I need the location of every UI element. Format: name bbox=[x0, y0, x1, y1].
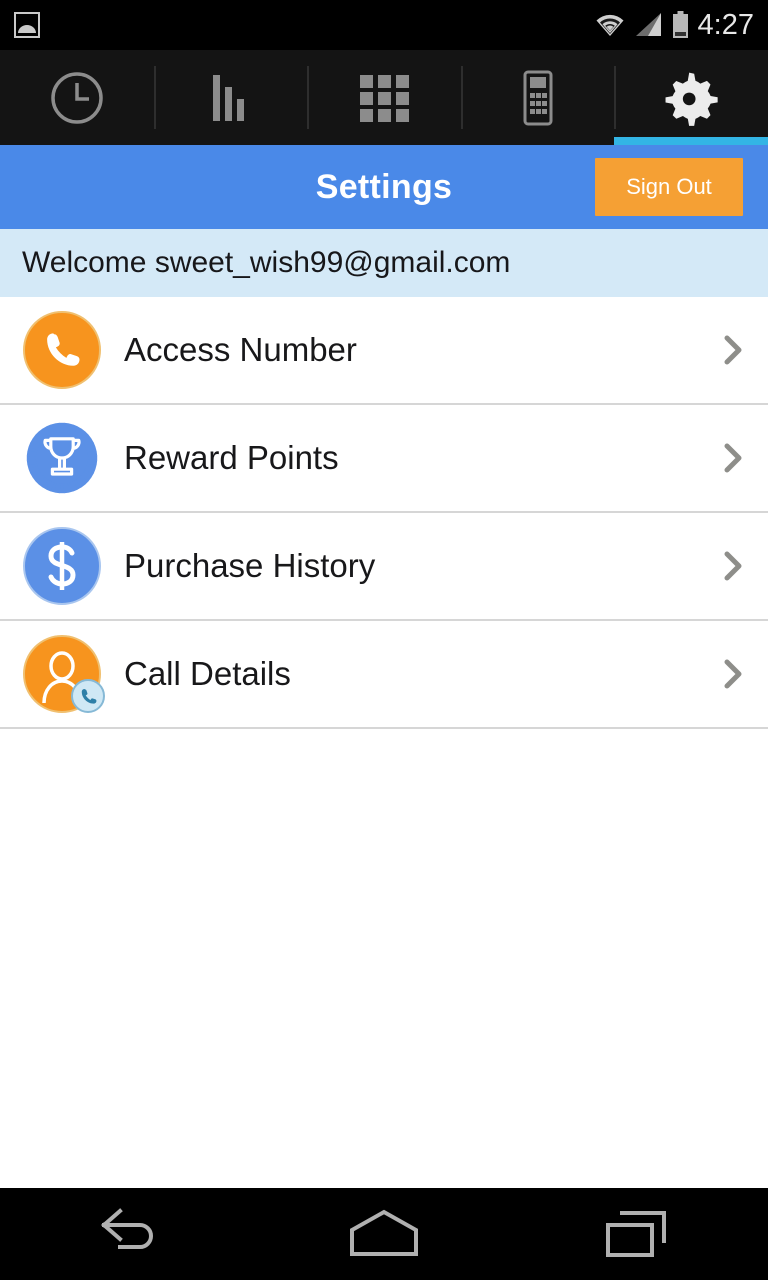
nav-back-button[interactable] bbox=[0, 1188, 256, 1280]
welcome-banner: Welcome sweet_wish99@gmail.com bbox=[0, 229, 768, 297]
list-item-label: Purchase History bbox=[124, 547, 376, 584]
empty-content-area bbox=[0, 729, 768, 1188]
phone-badge-icon bbox=[71, 679, 105, 713]
dollar-sign-icon bbox=[23, 527, 101, 605]
home-icon bbox=[350, 1209, 418, 1256]
wifi-icon bbox=[596, 14, 624, 36]
photo-icon bbox=[14, 12, 40, 38]
status-bar: 4:27 bbox=[0, 0, 768, 50]
tab-dialer[interactable] bbox=[460, 50, 615, 145]
grid-apps-icon bbox=[359, 74, 409, 122]
sign-out-button[interactable]: Sign Out bbox=[595, 158, 743, 216]
purchase-history-icon-wrap bbox=[22, 526, 102, 606]
recent-apps-icon bbox=[606, 1211, 666, 1257]
phone-handset-glyph bbox=[47, 333, 80, 366]
call-details-icon-wrap bbox=[22, 634, 105, 714]
nav-home-button[interactable] bbox=[256, 1188, 512, 1280]
list-item-reward-points[interactable]: Reward Points bbox=[0, 405, 768, 513]
tab-bar bbox=[0, 50, 768, 145]
chevron-right-icon bbox=[724, 551, 742, 581]
status-bar-clock: 4:27 bbox=[697, 8, 754, 41]
list-item-call-details[interactable]: Call Details bbox=[0, 621, 768, 729]
chevron-right-icon bbox=[724, 335, 742, 365]
access-number-icon-wrap bbox=[22, 310, 102, 390]
back-arrow-icon bbox=[101, 1208, 153, 1249]
status-bar-left bbox=[14, 12, 40, 38]
list-item-purchase-history[interactable]: Purchase History bbox=[0, 513, 768, 621]
welcome-text: Welcome sweet_wish99@gmail.com bbox=[22, 246, 511, 279]
reward-points-icon-wrap bbox=[22, 418, 102, 498]
nav-recents-button[interactable] bbox=[512, 1188, 768, 1280]
tab-stats[interactable] bbox=[153, 50, 308, 145]
app-header: Settings Sign Out bbox=[0, 145, 768, 229]
status-bar-right: 4:27 bbox=[594, 9, 754, 42]
phone-keypad-icon bbox=[523, 70, 553, 125]
trophy-badge-icon bbox=[26, 422, 98, 494]
list-item-label: Access Number bbox=[124, 331, 357, 368]
list-item-access-number[interactable]: Access Number bbox=[0, 297, 768, 405]
bar-chart-icon bbox=[213, 74, 245, 121]
battery-icon bbox=[672, 11, 688, 38]
phone-badge-glyph bbox=[81, 688, 96, 704]
settings-list: Access Number Reward Points Purchase His… bbox=[0, 297, 768, 729]
tab-recent[interactable] bbox=[0, 50, 154, 145]
person-phone-icon bbox=[23, 635, 105, 713]
phone-handset-icon bbox=[23, 311, 101, 389]
list-item-label: Call Details bbox=[124, 655, 291, 692]
list-item-label: Reward Points bbox=[124, 439, 339, 476]
page-title: Settings bbox=[315, 167, 453, 206]
dollar-sign-glyph bbox=[48, 542, 76, 590]
system-nav-bar bbox=[0, 1188, 768, 1280]
app-body: Settings Sign Out Welcome sweet_wish99@g… bbox=[0, 145, 768, 1188]
tab-contacts[interactable] bbox=[307, 50, 461, 145]
chevron-right-icon bbox=[724, 659, 742, 689]
cellular-signal-icon bbox=[635, 13, 661, 36]
tab-settings[interactable] bbox=[614, 50, 768, 145]
clock-icon bbox=[51, 71, 103, 124]
gear-icon bbox=[665, 72, 718, 126]
chevron-right-icon bbox=[724, 443, 742, 473]
